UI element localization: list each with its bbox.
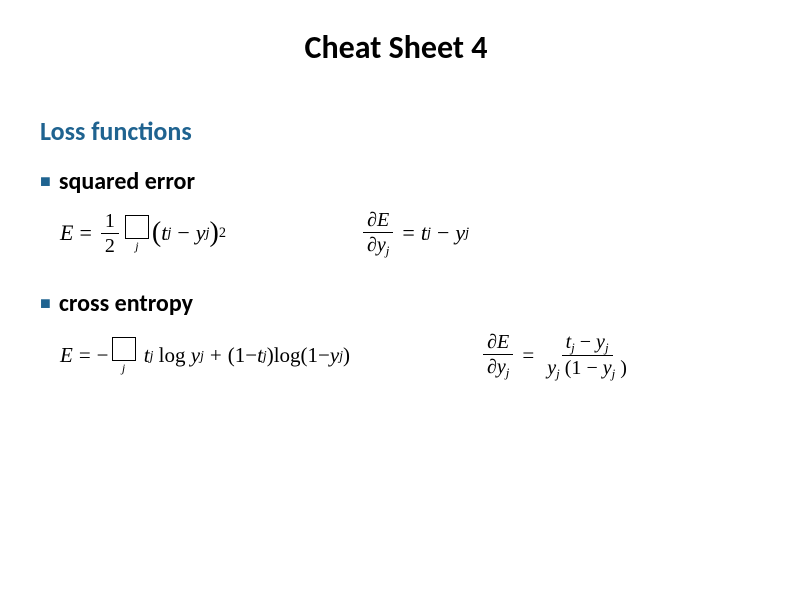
formula-squared-error: E = 1 2 j ( tj − yj ) 2: [60, 209, 360, 258]
paren-close: ): [343, 343, 350, 368]
sym-y: y: [330, 343, 339, 368]
slide: Cheat Sheet 4 Loss functions ■ squared er…: [0, 0, 792, 612]
sym-log: log(1: [274, 343, 318, 368]
paren-open: (: [152, 217, 161, 249]
sym-E: E: [60, 220, 73, 246]
frac-num: 1: [101, 209, 119, 234]
bullet-squared-error: ■ squared error: [40, 167, 752, 196]
sym-eq: =: [79, 343, 91, 368]
frac-half: 1 2: [101, 209, 119, 258]
sym-y: y: [191, 343, 200, 368]
partial-den: ∂yj: [483, 355, 513, 381]
partial-num: ∂E: [363, 208, 393, 233]
sym-minus: −: [245, 343, 257, 368]
section-heading: Loss functions: [40, 115, 752, 147]
sum-sub: j: [135, 241, 138, 252]
sub-tj: j: [167, 225, 171, 242]
sym-y: y: [196, 220, 206, 246]
sym-plus: +: [210, 343, 222, 368]
sym-minus: −: [318, 343, 330, 368]
sym-minus: −: [177, 220, 189, 246]
sym-eq: =: [402, 220, 414, 246]
paren-open: (1: [228, 343, 246, 368]
sym-eq: =: [522, 343, 534, 368]
sum-icon: j: [112, 337, 136, 374]
formula-row-squared: E = 1 2 j ( tj − yj ) 2 ∂E ∂yj = tj −: [60, 208, 752, 259]
sub-tj: j: [427, 225, 431, 242]
frac-partial: ∂E ∂yj: [363, 208, 393, 259]
sym-E: E: [60, 343, 73, 368]
exp-2: 2: [219, 225, 226, 242]
paren-close: ): [209, 217, 218, 249]
frac-result: tj − yj yj (1 − yj ): [543, 330, 631, 382]
formula-row-cross-entropy: E = − j tj log yj + (1 − tj ) log(1 − yj…: [60, 330, 752, 382]
sym-eq: =: [79, 220, 91, 246]
bullet-cross-entropy: ■ cross entropy: [40, 289, 752, 318]
sub-yj: j: [465, 225, 469, 242]
slide-title: Cheat Sheet 4: [40, 28, 752, 67]
sym-y: y: [455, 220, 465, 246]
sym-log: log: [159, 343, 186, 368]
sub-yj: j: [200, 348, 204, 364]
bullet-marker-icon: ■: [40, 292, 51, 314]
partial-den: ∂yj: [363, 233, 393, 259]
sum-sub: j: [122, 363, 125, 374]
partial-num: ∂E: [483, 330, 513, 355]
bullet-label: squared error: [59, 167, 195, 196]
formula-squared-error-deriv: ∂E ∂yj = tj − yj: [360, 208, 469, 259]
paren-close: ): [267, 343, 274, 368]
frac-partial: ∂E ∂yj: [483, 330, 513, 381]
frac-den: 2: [101, 234, 119, 258]
sym-minus: −: [437, 220, 449, 246]
frac-num: tj − yj: [562, 330, 613, 357]
sum-symbol: [112, 337, 136, 361]
sum-symbol: [125, 215, 149, 239]
bullet-label: cross entropy: [59, 289, 193, 318]
formula-cross-entropy: E = − j tj log yj + (1 − tj ) log(1 − yj…: [60, 337, 480, 374]
sym-neg: −: [97, 343, 109, 368]
formula-cross-entropy-deriv: ∂E ∂yj = tj − yj yj (1 − yj ): [480, 330, 634, 382]
bullet-marker-icon: ■: [40, 170, 51, 192]
sum-icon: j: [125, 215, 149, 252]
frac-den: yj (1 − yj ): [543, 356, 631, 382]
